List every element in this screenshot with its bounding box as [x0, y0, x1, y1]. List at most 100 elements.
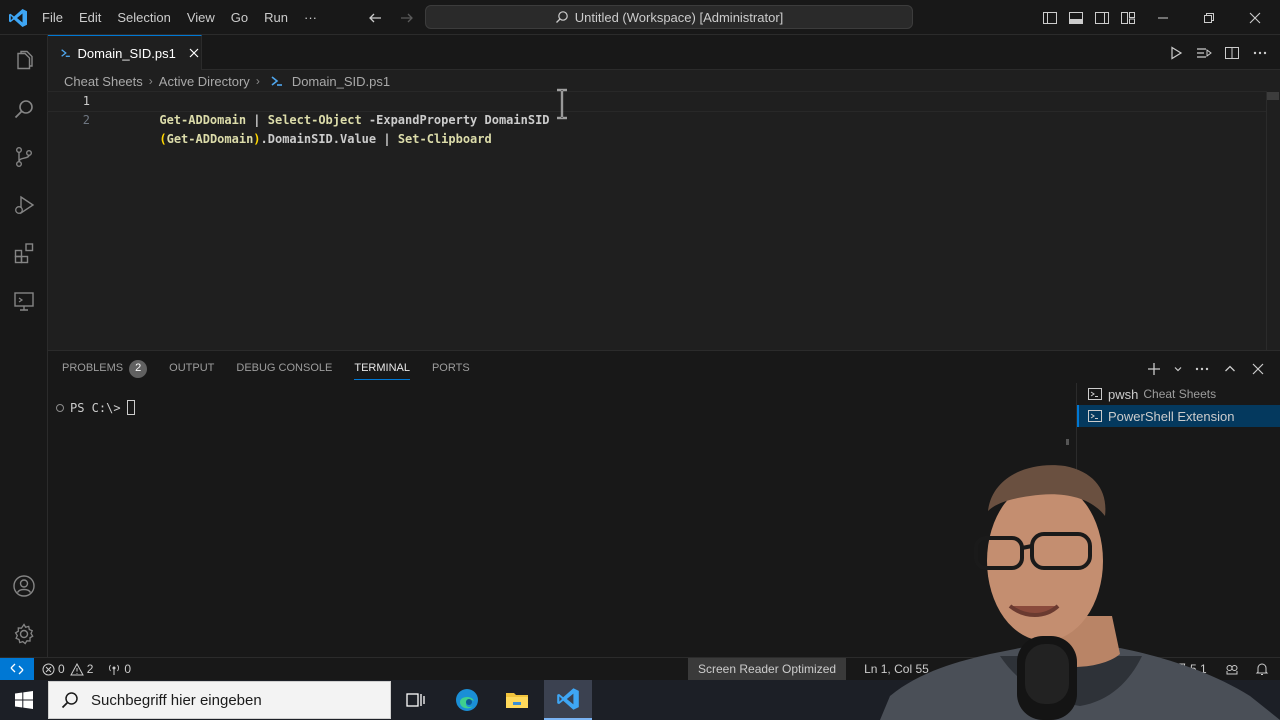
menu-edit[interactable]: Edit — [71, 0, 109, 35]
ports-count: 0 — [124, 662, 132, 676]
chevron-right-icon: › — [148, 74, 153, 88]
ports-status[interactable]: 0 — [107, 662, 131, 676]
menu-run[interactable]: Run — [256, 0, 296, 35]
maximize-panel-icon[interactable] — [1220, 359, 1240, 379]
terminal-item-pwsh[interactable]: pwsh Cheat Sheets — [1077, 383, 1280, 405]
forward-arrow-icon[interactable] — [396, 7, 418, 29]
activity-bar — [0, 35, 48, 657]
terminal-icon — [1088, 410, 1102, 422]
panel-actions — [1144, 359, 1268, 379]
chevron-down-icon[interactable] — [1172, 359, 1184, 379]
panel-more-icon[interactable] — [1192, 359, 1212, 379]
tab-debug-console[interactable]: DEBUG CONSOLE — [236, 351, 332, 386]
tab-problems[interactable]: PROBLEMS 2 — [62, 351, 148, 386]
chevron-right-icon: › — [255, 74, 260, 88]
task-view-icon[interactable] — [392, 680, 440, 720]
line-number: 1 — [82, 94, 90, 108]
problems-status[interactable]: 0 2 — [42, 662, 93, 676]
menu-more[interactable]: ··· — [296, 0, 325, 35]
tab-terminal[interactable]: TERMINAL — [354, 351, 410, 386]
breadcrumb-item[interactable]: Cheat Sheets — [64, 74, 143, 89]
broadcast-icon — [109, 664, 120, 675]
editor-more-icon[interactable] — [1250, 43, 1270, 63]
command-center-label: Untitled (Workspace) [Administrator] — [574, 9, 784, 25]
split-editor-icon[interactable] — [1222, 43, 1242, 63]
terminal-cursor — [126, 400, 135, 415]
error-count: 0 — [58, 662, 65, 676]
command-center[interactable]: Untitled (Workspace) [Administrator] — [425, 5, 913, 29]
source-control-icon[interactable] — [0, 133, 48, 181]
close-window-icon[interactable] — [1232, 0, 1278, 35]
code-line-2[interactable]: 2 (Get-ADDomain).DomainSID.Value | Set-C… — [48, 111, 1266, 146]
problems-count-badge: 2 — [129, 359, 148, 378]
vscode-taskbar-icon[interactable] — [544, 680, 592, 720]
tab-domain-sid[interactable]: Domain_SID.ps1 — [48, 35, 202, 70]
code-token: ( — [159, 132, 167, 146]
run-selection-icon[interactable] — [1194, 43, 1214, 63]
customize-layout-icon[interactable] — [1118, 8, 1138, 28]
menu-view[interactable]: View — [179, 0, 223, 35]
new-terminal-icon[interactable] — [1144, 359, 1164, 379]
tab-label: PROBLEMS — [62, 362, 124, 374]
edge-browser-icon[interactable] — [443, 680, 491, 720]
code-token: ) — [253, 132, 261, 146]
powershell-file-icon — [61, 49, 70, 57]
terminal-icon — [1088, 388, 1102, 400]
menu-selection[interactable]: Selection — [109, 0, 178, 35]
warning-count: 2 — [86, 662, 94, 676]
terminal-scrollbar[interactable] — [1066, 439, 1069, 445]
breadcrumb-item[interactable]: Active Directory — [159, 74, 250, 89]
warning-icon — [69, 662, 84, 675]
navigation-arrows — [364, 7, 418, 29]
title-bar: File Edit Selection View Go Run ··· Unti… — [0, 0, 1280, 35]
editor-scrollbar[interactable] — [1266, 92, 1280, 350]
extensions-icon[interactable] — [0, 229, 48, 277]
terminal-description: Cheat Sheets — [1143, 387, 1217, 401]
code-text: (Get-ADDomain).DomainSID.Value | Set-Cli… — [116, 111, 491, 168]
scrollbar-thumb[interactable] — [1267, 92, 1279, 100]
run-debug-icon[interactable] — [0, 181, 48, 229]
editor-actions — [1166, 43, 1270, 63]
vscode-logo-icon — [8, 8, 28, 28]
breadcrumb-item[interactable]: Domain_SID.ps1 — [292, 74, 390, 89]
toggle-secondary-sidebar-icon[interactable] — [1092, 8, 1112, 28]
restore-icon[interactable] — [1186, 0, 1232, 35]
close-tab-icon[interactable] — [188, 45, 201, 61]
code-token: | — [376, 132, 398, 146]
code-editor[interactable]: 1 Get-ADDomain | Select-Object -ExpandPr… — [47, 88, 1280, 350]
breadcrumb: Cheat Sheets › Active Directory › Domain… — [48, 70, 1280, 92]
tab-ports[interactable]: PORTS — [432, 351, 470, 386]
command-decoration-icon — [56, 403, 64, 412]
minimize-icon[interactable] — [1140, 0, 1186, 35]
terminal-name: pwsh — [1108, 386, 1139, 402]
taskbar-search-box[interactable]: Suchbegriff hier eingeben — [48, 681, 391, 719]
code-line-1[interactable]: 1 Get-ADDomain | Select-Object -ExpandPr… — [47, 91, 1267, 127]
code-token: .DomainSID.Value — [260, 132, 377, 146]
explorer-icon[interactable] — [0, 37, 48, 85]
taskbar-search-placeholder: Suchbegriff hier eingeben — [91, 691, 262, 709]
screen-reader-status[interactable]: Screen Reader Optimized — [688, 658, 847, 680]
close-panel-icon[interactable] — [1248, 359, 1268, 379]
back-arrow-icon[interactable] — [364, 7, 386, 29]
tab-output[interactable]: OUTPUT — [169, 351, 214, 386]
layout-controls — [1040, 8, 1138, 28]
error-icon — [42, 663, 55, 675]
menu-go[interactable]: Go — [223, 0, 256, 35]
panel-tabs: PROBLEMS 2 OUTPUT DEBUG CONSOLE TERMINAL… — [62, 351, 470, 386]
toggle-panel-icon[interactable] — [1066, 8, 1086, 28]
terminal-prompt: PS C:\> — [70, 400, 121, 415]
remote-indicator-icon[interactable] — [0, 658, 34, 680]
terminal-item-powershell-extension[interactable]: PowerShell Extension — [1077, 405, 1280, 427]
settings-gear-icon[interactable] — [0, 610, 48, 658]
windows-start-icon[interactable] — [0, 680, 48, 720]
search-icon — [555, 11, 568, 23]
terminal-prompt-row: PS C:\> — [56, 400, 135, 415]
toggle-primary-sidebar-icon[interactable] — [1040, 8, 1060, 28]
search-icon — [61, 692, 78, 709]
run-file-icon[interactable] — [1166, 43, 1186, 63]
remote-explorer-icon[interactable] — [0, 277, 48, 325]
file-explorer-icon[interactable] — [493, 680, 541, 720]
search-view-icon[interactable] — [0, 85, 48, 133]
menu-file[interactable]: File — [34, 0, 71, 35]
accounts-icon[interactable] — [0, 562, 48, 610]
